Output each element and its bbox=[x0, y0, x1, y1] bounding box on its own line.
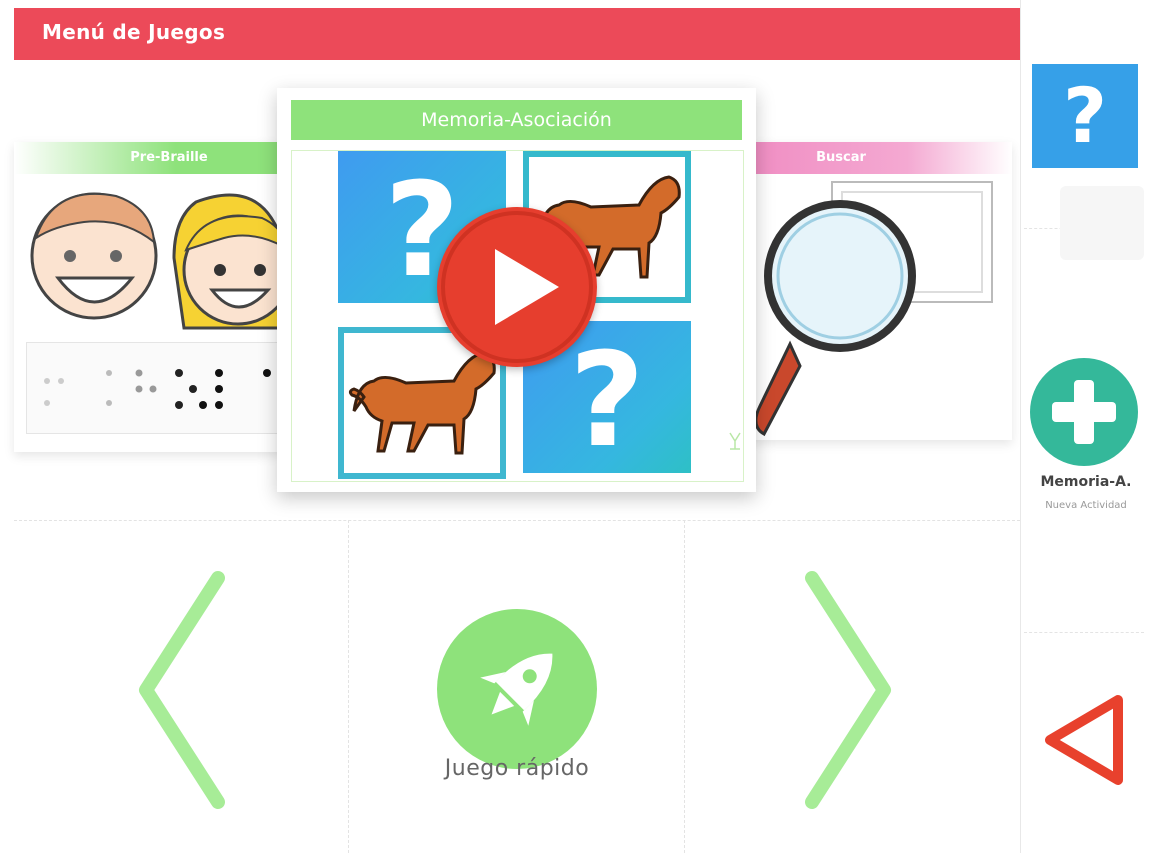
grid-line bbox=[348, 520, 349, 853]
new-activity-name: Memoria-A. bbox=[1040, 474, 1132, 490]
grid-line bbox=[14, 520, 1020, 521]
page-title: Menú de Juegos bbox=[42, 20, 226, 44]
chevron-right-icon bbox=[805, 571, 891, 809]
game-card-pre-braille[interactable]: Pre-Braille bbox=[14, 142, 284, 452]
next-button[interactable] bbox=[800, 570, 900, 810]
quick-game-label: Juego rápido bbox=[444, 756, 590, 781]
chevron-left-icon bbox=[139, 571, 225, 809]
braille-pattern bbox=[26, 342, 278, 434]
previous-button[interactable] bbox=[130, 570, 230, 810]
game-card-title: Buscar bbox=[750, 142, 1012, 174]
play-button[interactable] bbox=[437, 207, 597, 367]
back-button[interactable] bbox=[1040, 690, 1130, 790]
game-card-buscar[interactable]: Buscar bbox=[750, 142, 1012, 440]
question-icon: ? bbox=[1062, 71, 1108, 160]
back-triangle-icon bbox=[1045, 695, 1123, 785]
new-activity-subtitle: Nueva Actividad bbox=[1045, 500, 1127, 511]
quick-game-button[interactable] bbox=[437, 609, 597, 769]
scroll-indicator-icon bbox=[729, 432, 741, 450]
add-activity-button[interactable] bbox=[1030, 358, 1138, 466]
game-card-title: Pre-Braille bbox=[14, 142, 284, 174]
grid-line bbox=[1024, 632, 1144, 633]
plus-icon bbox=[1052, 380, 1116, 444]
play-icon bbox=[441, 211, 593, 363]
grid-line bbox=[684, 520, 685, 853]
featured-game-title: Memoria-Asociación bbox=[291, 100, 742, 140]
sidebar-placeholder bbox=[1060, 186, 1144, 260]
help-button[interactable]: ? bbox=[1032, 64, 1138, 168]
app-header: Menú de Juegos bbox=[14, 8, 1020, 60]
rocket-icon bbox=[480, 653, 553, 726]
kids-faces-icon bbox=[30, 192, 284, 330]
magnifier-icon bbox=[754, 181, 993, 437]
